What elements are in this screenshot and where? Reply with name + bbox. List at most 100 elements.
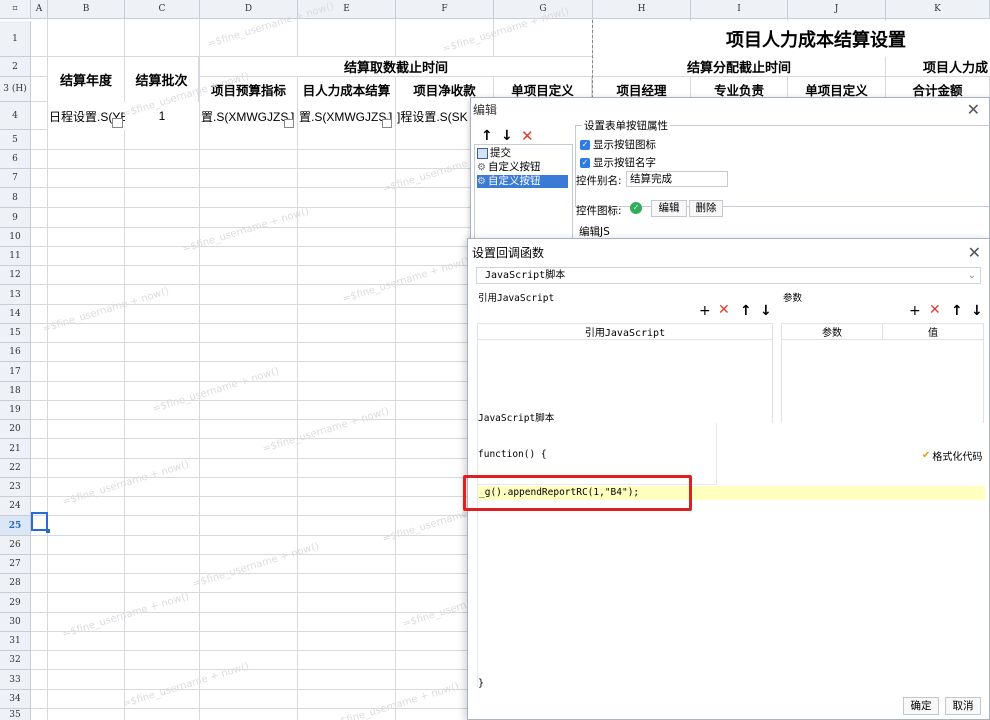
chevron-down-icon: ⌄ [967, 270, 976, 281]
show-icon-checkbox[interactable]: ✓ 显示按钮图标 [580, 137, 656, 152]
column-header-b[interactable]: B [48, 0, 125, 19]
row-header-17[interactable]: 17 [0, 362, 31, 382]
row-header-10[interactable]: 10 [0, 228, 31, 247]
ref-js-table[interactable]: 引用JavaScript [477, 323, 773, 424]
format-code-button[interactable]: ✔ 格式化代码 [922, 448, 982, 463]
tree-item-custom-2[interactable]: ⚙ 自定义按钮 [477, 175, 568, 188]
subheader-2[interactable]: 目人力成本结算 [298, 77, 396, 102]
cell-e4[interactable]: 置.S(XMWGJZSJ [298, 102, 395, 130]
column-header-k[interactable]: K [886, 0, 990, 19]
row-header-1[interactable]: 1 [0, 21, 31, 57]
move-down-icon[interactable]: ↓ [501, 128, 513, 144]
row-header-30[interactable]: 30 [0, 613, 31, 632]
column-header-a[interactable]: A [31, 0, 48, 19]
column-header-j[interactable]: J [788, 0, 886, 19]
show-name-checkbox[interactable]: ✓ 显示按钮名字 [580, 155, 656, 170]
corner-select-all[interactable]: ⌗ [0, 0, 31, 19]
icon-label: 控件图标: [576, 205, 622, 217]
row-header-2[interactable]: 2 [0, 57, 31, 77]
row-header-22[interactable]: 22 [0, 459, 31, 478]
row-header-25[interactable]: 25 [0, 516, 31, 536]
row-header-15[interactable]: 15 [0, 324, 31, 343]
button-tree[interactable]: 提交 ⚙ 自定义按钮 ⚙ 自定义按钮 [474, 144, 573, 246]
row-header-12[interactable]: 12 [0, 266, 31, 285]
row-header-3[interactable]: 3 (H) [0, 77, 31, 102]
row-header-16[interactable]: 16 [0, 343, 31, 362]
row-header-31[interactable]: 31 [0, 632, 31, 651]
cell-d4[interactable]: 置.S(XMWGJZSJ [200, 102, 297, 130]
button-properties-group: 设置表单按钮属性 ✓ 显示按钮图标 ✓ 显示按钮名字 控件别名: 结算完成 [575, 118, 990, 207]
ok-button[interactable]: 确定 [903, 697, 939, 715]
callback-dialog[interactable]: 设置回调函数 ✕ JavaScript脚本 ⌄ 引用JavaScript 参数 … [463, 238, 990, 720]
date-picker-icon[interactable] [284, 119, 294, 128]
delete-icon-button[interactable]: 删除 [689, 200, 723, 217]
row-header-11[interactable]: 11 [0, 247, 31, 266]
row-header-20[interactable]: 20 [0, 420, 31, 439]
watermark-text: =$fine_username + now() [261, 405, 391, 456]
row-header-24[interactable]: 24 [0, 497, 31, 516]
row-header-5[interactable]: 5 [0, 130, 31, 150]
row-header-23[interactable]: 23 [0, 478, 31, 497]
ref-js-column: 引用JavaScript [478, 324, 772, 340]
row-header-34[interactable]: 34 [0, 690, 31, 709]
sheet-title[interactable]: 项目人力成本结算设置 [593, 21, 990, 57]
ref-js-caption: 引用JavaScript [478, 293, 555, 304]
move-up-icon[interactable]: ↑ [740, 304, 752, 318]
header-alloc[interactable]: 结算分配截止时间 [593, 57, 885, 77]
close-icon[interactable]: ✕ [967, 102, 980, 118]
row-header-6[interactable]: 6 [0, 150, 31, 169]
remove-icon[interactable]: ✕ [929, 303, 941, 317]
row-header-32[interactable]: 32 [0, 651, 31, 670]
add-icon[interactable]: + [909, 304, 921, 318]
column-header-f[interactable]: F [396, 0, 494, 19]
column-header-c[interactable]: C [125, 0, 200, 19]
fill-handle[interactable] [46, 529, 50, 533]
params-table[interactable]: 参数 值 [781, 323, 984, 424]
row-header-9[interactable]: 9 [0, 208, 31, 228]
tree-item-submit[interactable]: 提交 [477, 147, 511, 160]
params-caption: 参数 [783, 293, 803, 304]
row-header-29[interactable]: 29 [0, 593, 31, 613]
tree-item-custom-1[interactable]: ⚙ 自定义按钮 [477, 161, 540, 174]
watermark-text: =$fine_username + now() [61, 458, 191, 509]
move-up-icon[interactable]: ↑ [951, 304, 963, 318]
row-header-33[interactable]: 33 [0, 670, 31, 690]
header-cutoff[interactable]: 结算取数截止时间 [200, 57, 592, 77]
close-icon[interactable]: ✕ [968, 245, 981, 261]
edit-js-label: 编辑JS [579, 226, 610, 238]
edit-dialog-title: 编辑 [473, 103, 498, 117]
script-editor[interactable]: function() { ✔ 格式化代码 _g().appendReportRC… [477, 423, 985, 689]
row-header-21[interactable]: 21 [0, 439, 31, 459]
header-hr-cost[interactable]: 项目人力成 [886, 57, 990, 77]
row-header-35[interactable]: 35 [0, 709, 31, 720]
row-header-13[interactable]: 13 [0, 285, 31, 305]
delete-icon[interactable]: ✕ [521, 127, 534, 145]
header-year[interactable]: 结算年度 [48, 57, 125, 102]
gear-icon: ⚙ [477, 176, 486, 187]
row-header-18[interactable]: 18 [0, 382, 31, 401]
add-icon[interactable]: + [699, 304, 711, 318]
edit-icon-button[interactable]: 编辑 [651, 200, 687, 217]
watermark-text: =$fine_username + now() [191, 540, 321, 591]
remove-icon[interactable]: ✕ [718, 303, 730, 317]
alias-input[interactable]: 结算完成 [626, 171, 728, 187]
row-header-26[interactable]: 26 [0, 536, 31, 555]
cell-f4[interactable]: ]程设置.S(SK [396, 102, 470, 130]
column-header-i[interactable]: I [691, 0, 788, 19]
row-header-4[interactable]: 4 [0, 102, 31, 130]
column-header-h[interactable]: H [593, 0, 691, 19]
row-header-7[interactable]: 7 [0, 169, 31, 188]
row-header-28[interactable]: 28 [0, 574, 31, 593]
dropdown-icon[interactable] [112, 118, 123, 128]
edit-dialog[interactable]: 编辑 ✕ ↑ ↓ ✕ 提交 ⚙ 自定义按钮 ⚙ 自定义按钮 设置表单按钮属性 ✓… [470, 97, 990, 247]
type-select[interactable]: JavaScript脚本 ⌄ [476, 267, 981, 284]
row-header-8[interactable]: 8 [0, 188, 31, 208]
row-header-27[interactable]: 27 [0, 555, 31, 574]
row-header-19[interactable]: 19 [0, 401, 31, 420]
date-picker-icon[interactable] [382, 119, 392, 128]
move-down-icon[interactable]: ↓ [760, 304, 772, 318]
row-header-14[interactable]: 14 [0, 305, 31, 324]
move-up-icon[interactable]: ↑ [481, 128, 493, 144]
move-down-icon[interactable]: ↓ [971, 304, 983, 318]
cancel-button[interactable]: 取消 [945, 697, 981, 715]
